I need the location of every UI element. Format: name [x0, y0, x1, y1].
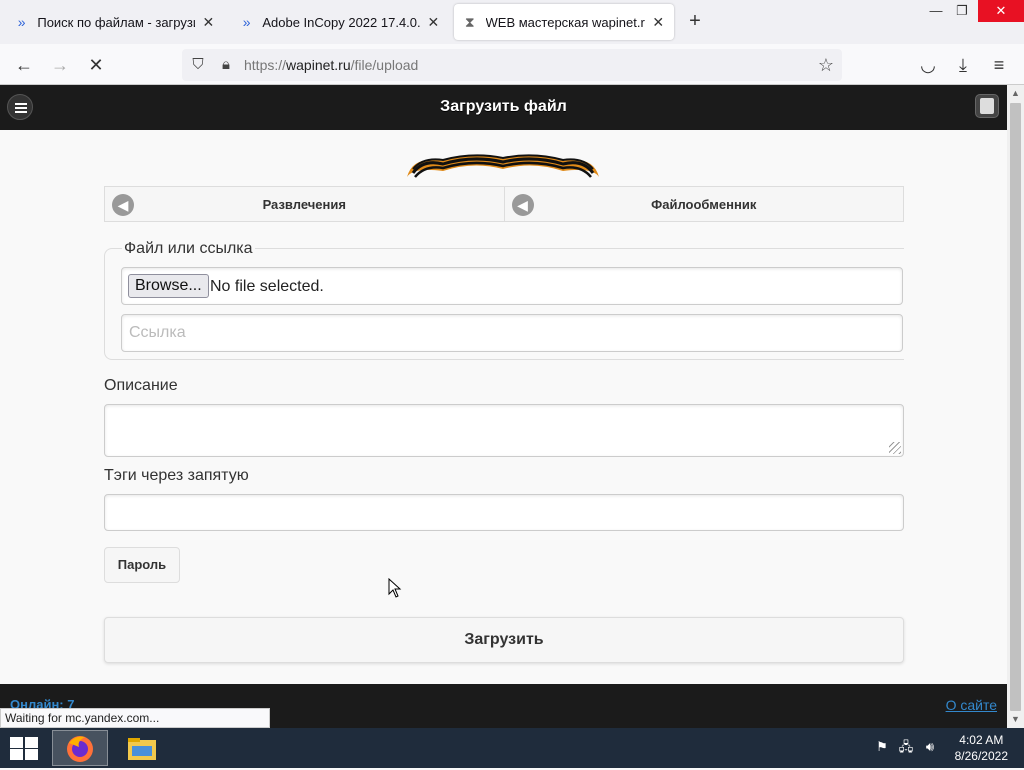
scroll-down-icon[interactable]: ▼	[1007, 711, 1024, 728]
page-scrollbar[interactable]: ▲ ▼	[1007, 85, 1024, 728]
resize-grip[interactable]	[889, 442, 901, 454]
new-tab-button[interactable]: +	[684, 10, 706, 32]
tab-title: WEB мастерская wapinet.ru - З	[485, 14, 645, 30]
firefox-taskbar-icon[interactable]	[52, 730, 108, 766]
clock-time: 4:02 AM	[959, 733, 1004, 747]
breadcrumb-file-exchange[interactable]: ◀ Файлообменник	[504, 186, 904, 222]
forward-button[interactable]: →	[47, 52, 73, 78]
file-explorer-taskbar-icon[interactable]	[114, 730, 170, 766]
hourglass-icon: ⧗	[464, 13, 475, 30]
breadcrumb-label: Файлообменник	[651, 197, 757, 212]
tags-label: Тэги через запятую	[104, 467, 249, 484]
pocket-icon[interactable]: ◡	[915, 52, 941, 78]
restore-button[interactable]: ❐	[946, 0, 978, 22]
file-status: No file selected.	[210, 278, 324, 295]
network-icon[interactable]: 🖧︎	[897, 738, 915, 756]
windows-start-icon[interactable]	[8, 736, 38, 760]
description-label: Описание	[104, 377, 178, 394]
tab-bar: » Поиск по файлам - загрузить ✕ » Adobe …	[0, 0, 1024, 44]
window-close-button[interactable]: ✕	[978, 0, 1024, 22]
url-path: /file/upload	[350, 57, 419, 73]
close-icon[interactable]: ✕	[651, 14, 667, 31]
stop-button[interactable]: ✕	[83, 52, 109, 78]
file-legend: Файл или ссылка	[122, 240, 255, 258]
scroll-up-icon[interactable]: ▲	[1007, 85, 1024, 102]
page-title: Загрузить файл	[440, 98, 567, 115]
about-link[interactable]: О сайте	[946, 697, 997, 713]
star-icon[interactable]: ☆	[816, 55, 836, 75]
download-icon[interactable]: ⤓	[950, 52, 976, 78]
double-chevron-icon: »	[17, 14, 26, 30]
breadcrumb-entertainment[interactable]: ◀ Развлечения	[104, 186, 505, 222]
volume-icon[interactable]: 🔊︎	[921, 738, 939, 756]
url-host: wapinet.ru	[286, 57, 351, 73]
breadcrumb: ◀ Развлечения ◀ Файлообменник	[104, 186, 904, 222]
st-george-ribbon-logo	[407, 154, 599, 178]
tags-input[interactable]	[104, 494, 904, 531]
status-text: Waiting for mc.yandex.com...	[0, 708, 270, 728]
tab-title: Adobe InCopy 2022 17.4.0.51 Re	[262, 14, 419, 30]
double-chevron-icon: »	[242, 14, 251, 30]
web-page: Загрузить файл ◀ Развлечения ◀ Файлообме…	[0, 85, 1007, 728]
app-menu-icon[interactable]: ≡	[986, 52, 1012, 78]
shield-icon[interactable]: ⛉	[188, 55, 208, 75]
nav-toolbar: ← → ✕ ⛉ 🔒︎ https://wapinet.ru/file/uploa…	[0, 44, 1024, 85]
tab-title: Поиск по файлам - загрузить	[37, 14, 194, 30]
close-icon[interactable]: ✕	[426, 14, 441, 31]
mouse-cursor-icon	[388, 578, 402, 598]
lock-icon[interactable]: 🔒︎	[216, 55, 236, 75]
tab-adobe-incopy[interactable]: » Adobe InCopy 2022 17.4.0.51 Re ✕	[231, 4, 449, 40]
file-input[interactable]: Browse... No file selected.	[121, 267, 903, 305]
taskbar-clock[interactable]: 4:02 AM 8/26/2022	[955, 732, 1008, 764]
link-input[interactable]: Ссылка	[121, 314, 903, 352]
url-text[interactable]: https://wapinet.ru/file/upload	[244, 57, 418, 73]
back-button[interactable]: ←	[11, 52, 37, 78]
taskbar: ⚑ 🖧︎ 🔊︎ 4:02 AM 8/26/2022	[0, 728, 1024, 768]
breadcrumb-label: Развлечения	[262, 197, 346, 212]
tab-wapinet[interactable]: ⧗ WEB мастерская wapinet.ru - З ✕	[454, 4, 674, 40]
url-prefix: https://	[244, 57, 287, 73]
scroll-thumb[interactable]	[1010, 103, 1021, 711]
page-header: Загрузить файл	[0, 85, 1007, 130]
close-icon[interactable]: ✕	[201, 14, 216, 31]
browse-button[interactable]: Browse...	[128, 274, 209, 298]
flag-icon[interactable]: ⚑	[873, 738, 891, 756]
description-textarea[interactable]	[104, 404, 904, 457]
password-button[interactable]: Пароль	[104, 547, 180, 583]
user-icon[interactable]	[975, 94, 999, 118]
url-bar[interactable]: ⛉ 🔒︎ https://wapinet.ru/file/upload ☆	[182, 49, 842, 81]
upload-button[interactable]: Загрузить	[104, 617, 904, 663]
clock-date: 8/26/2022	[954, 749, 1008, 763]
tab-file-search[interactable]: » Поиск по файлам - загрузить ✕	[6, 4, 224, 40]
